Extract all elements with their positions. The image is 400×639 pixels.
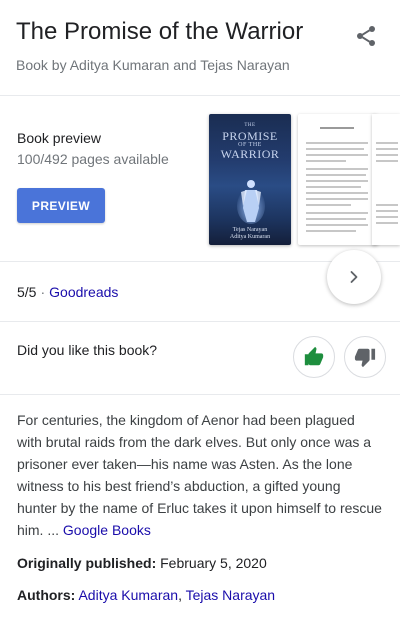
thumbs-up-icon [304, 346, 324, 366]
feedback-row: Did you like this book? [0, 322, 400, 395]
feedback-question: Did you like this book? [17, 342, 158, 358]
next-page-button[interactable] [327, 250, 381, 304]
published-label: Originally published: [17, 555, 157, 571]
book-description: For centuries, the kingdom of Aenor had … [0, 395, 400, 541]
book-header: The Promise of the Warrior Book by Adity… [0, 0, 400, 96]
description-text: For centuries, the kingdom of Aenor had … [17, 412, 382, 538]
rating-separator: · [40, 284, 46, 300]
rating-score: 5/5 [17, 284, 37, 300]
dislike-button[interactable] [344, 336, 386, 378]
share-icon[interactable] [354, 24, 378, 48]
book-cover-thumbnail[interactable]: THE PROMISE OF THE WARRIOR Tejas Narayan… [209, 114, 291, 245]
thumbs-down-icon [354, 348, 376, 368]
preview-button[interactable]: PREVIEW [17, 188, 105, 223]
author-link-tejas[interactable]: Tejas Narayan [186, 587, 276, 603]
book-subtitle: Book by Aditya Kumaran and Tejas Narayan [16, 57, 290, 73]
preview-pages-available: 100/492 pages available [17, 151, 169, 167]
cover-authors: Tejas Narayan Aditya Kumaran [229, 227, 271, 240]
published-value: February 5, 2020 [160, 555, 267, 571]
author-link-aditya[interactable]: Aditya Kumaran [78, 587, 178, 603]
book-preview-label: Book preview [17, 130, 102, 146]
book-preview-section: Book preview 100/492 pages available PRE… [0, 96, 400, 304]
book-facts: Originally published: February 5, 2020 A… [0, 553, 400, 605]
author-separator: , [178, 587, 182, 603]
book-title: The Promise of the Warrior [16, 18, 304, 45]
preview-page-thumbnail[interactable] [298, 114, 378, 245]
google-books-link[interactable]: Google Books [63, 522, 151, 538]
cover-figure-illustration [237, 180, 265, 224]
preview-page-thumbnail-next[interactable] [372, 114, 400, 245]
authors-label: Authors: [17, 587, 76, 603]
goodreads-link[interactable]: Goodreads [49, 284, 118, 300]
like-button[interactable] [293, 336, 335, 378]
cover-title: THE PROMISE OF THE WARRIOR [220, 123, 280, 161]
authors-fact: Authors: Aditya Kumaran, Tejas Narayan [17, 585, 383, 605]
published-fact: Originally published: February 5, 2020 [17, 553, 383, 573]
chevron-right-icon [350, 271, 358, 283]
